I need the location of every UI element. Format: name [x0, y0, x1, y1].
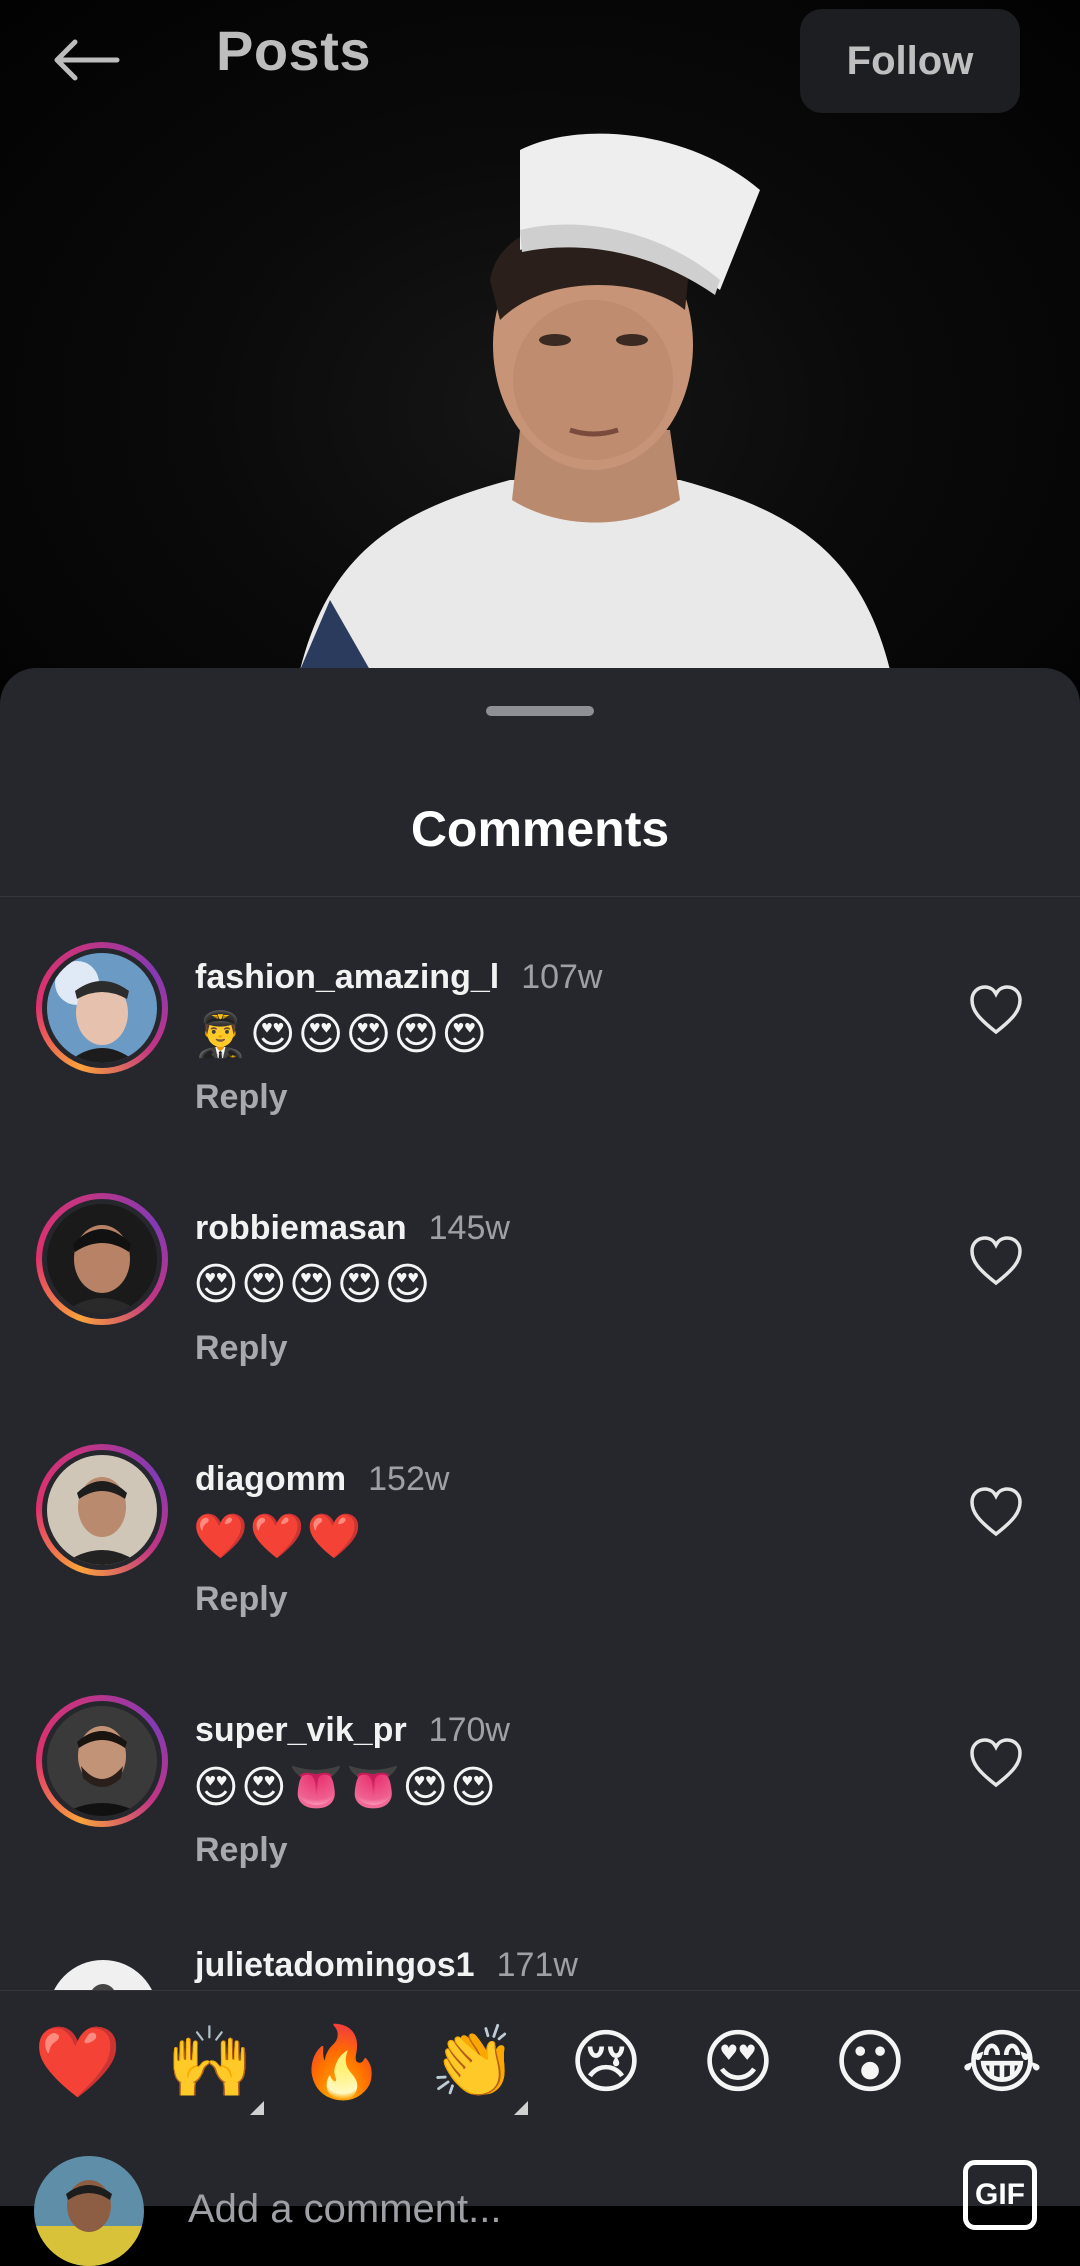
reaction-heart[interactable]: ❤️ [28, 2017, 128, 2107]
avatar[interactable] [36, 1444, 168, 1576]
drag-handle[interactable] [486, 706, 594, 716]
avatar-image [47, 953, 157, 1063]
top-bar: Posts Follow [0, 0, 1080, 120]
reply-button[interactable]: Reply [195, 1831, 288, 1870]
quick-reaction-bar: ❤️ 🙌 🔥 👏 😢 😍 😮 😂 [0, 1990, 1080, 2131]
reaction-fire[interactable]: 🔥 [292, 2017, 392, 2107]
comment-text: 😍😍👅👅😍😍 [193, 1763, 499, 1812]
reaction-heart-eyes[interactable]: 😍 [688, 2017, 788, 2107]
comment-username[interactable]: julietadomingos1 171w [195, 1946, 578, 1985]
follow-button[interactable]: Follow [800, 9, 1020, 113]
avatar-image [47, 1204, 157, 1314]
comments-title: Comments [410, 801, 670, 857]
avatar-image [47, 1706, 157, 1816]
comment-text: ❤️❤️❤️ [193, 1512, 364, 1561]
comment-time: 170w [428, 1711, 510, 1749]
comment-time: 152w [368, 1460, 450, 1498]
comment-item: super_vik_pr 170w 😍😍👅👅😍😍 Reply [0, 1689, 1080, 1939]
heart-icon[interactable] [968, 1737, 1024, 1789]
comment-time: 145w [428, 1209, 510, 1247]
skin-tone-indicator-icon [514, 2101, 528, 2115]
heart-icon[interactable] [968, 1486, 1024, 1538]
comment-item: fashion_amazing_l 107w 👨‍✈️😍😍😍😍😍 Reply [0, 936, 1080, 1186]
reaction-clap[interactable]: 👏 [424, 2017, 528, 2115]
comment-time: 107w [521, 958, 603, 996]
reaction-laughing[interactable]: 😂 [952, 2017, 1052, 2107]
comment-composer: GIF [0, 2130, 1080, 2266]
avatar[interactable] [36, 1695, 168, 1827]
comment-item: diagomm 152w ❤️❤️❤️ Reply [0, 1438, 1080, 1688]
back-arrow-icon [54, 39, 120, 81]
comment-username[interactable]: fashion_amazing_l 107w [195, 958, 602, 997]
comment-username[interactable]: robbiemasan 145w [195, 1209, 510, 1248]
reaction-crying[interactable]: 😢 [556, 2017, 656, 2107]
comment-text: 😍😍😍😍😍 [193, 1260, 433, 1309]
page-title: Posts [216, 19, 371, 82]
raising-hands-emoji: 🙌 [166, 2023, 254, 2101]
comment-username[interactable]: super_vik_pr 170w [195, 1711, 510, 1750]
reply-button[interactable]: Reply [195, 1580, 288, 1619]
comment-input[interactable] [186, 2178, 890, 2240]
divider [0, 896, 1080, 897]
avatar[interactable] [36, 942, 168, 1074]
heart-icon[interactable] [968, 984, 1024, 1036]
skin-tone-indicator-icon [250, 2101, 264, 2115]
comment-text: 👨‍✈️😍😍😍😍😍 [193, 1010, 490, 1059]
heart-icon[interactable] [968, 1235, 1024, 1287]
reply-button[interactable]: Reply [195, 1329, 288, 1368]
comment-username[interactable]: diagomm 152w [195, 1460, 449, 1499]
reaction-surprised[interactable]: 😮 [820, 2017, 920, 2107]
gif-button[interactable]: GIF [963, 2160, 1037, 2230]
back-button[interactable] [44, 24, 128, 96]
avatar[interactable] [36, 1193, 168, 1325]
comment-item: robbiemasan 145w 😍😍😍😍😍 Reply [0, 1187, 1080, 1437]
comments-sheet: Comments fashion_amazing_l 107w 👨‍✈️😍😍😍😍😍… [0, 668, 1080, 2206]
clap-emoji: 👏 [430, 2023, 518, 2101]
post-photo[interactable] [290, 130, 900, 670]
reaction-raising-hands[interactable]: 🙌 [160, 2017, 264, 2115]
reply-button[interactable]: Reply [195, 1078, 288, 1117]
current-user-avatar [34, 2156, 144, 2266]
comment-time: 171w [496, 1946, 578, 1984]
avatar-image [47, 1455, 157, 1565]
